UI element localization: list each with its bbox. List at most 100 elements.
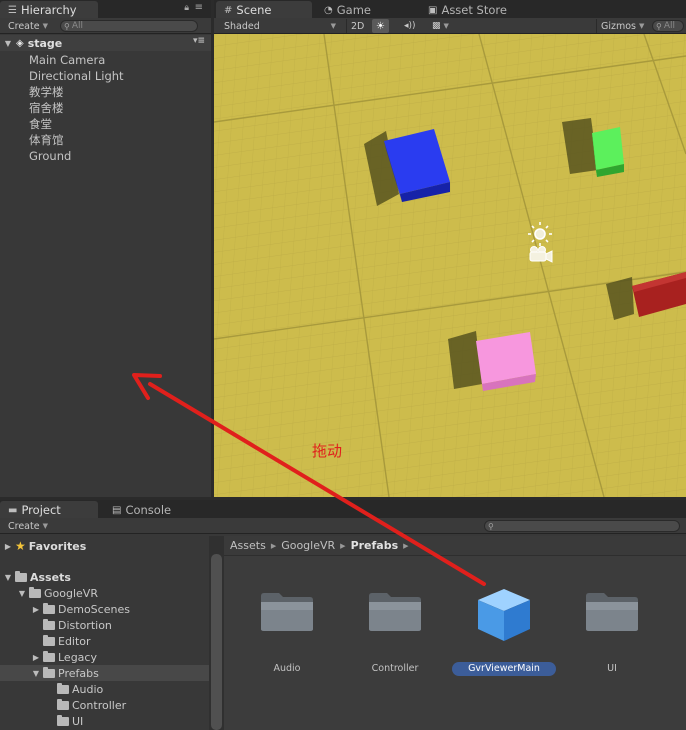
asset-ui-folder-icon[interactable] — [584, 590, 640, 632]
expand-triangle-icon[interactable]: ▶ — [4, 542, 12, 551]
lighting-toggle[interactable]: ☀ — [372, 19, 389, 33]
scene-menu-icon[interactable]: ▾≡ — [193, 36, 205, 46]
project-toolbar: Create ▼ ⚲ — [0, 518, 686, 534]
mode-2d-button[interactable]: 2D — [346, 19, 368, 33]
folder-icon — [43, 650, 55, 662]
breadcrumb-separator-icon: ▶ — [403, 541, 409, 550]
asset-label[interactable]: UI — [584, 662, 640, 676]
folder-icon — [43, 602, 55, 614]
tree-item-googlevr[interactable]: ▼ GoogleVR — [0, 585, 209, 601]
tree-item-legacy[interactable]: ▶ Legacy — [0, 649, 209, 665]
shading-mode-dropdown[interactable]: Shaded ▼ — [220, 19, 340, 33]
scene-root-label: stage — [27, 36, 63, 50]
tree-item-ui[interactable]: UI — [0, 713, 209, 729]
hierarchy-item[interactable]: 体育馆 — [29, 132, 124, 148]
tab-project[interactable]: ▬ Project — [0, 501, 98, 518]
breadcrumb-item[interactable]: Assets — [230, 539, 266, 552]
shading-mode-label: Shaded — [224, 20, 260, 32]
expand-triangle-icon[interactable]: ▶ — [32, 653, 40, 662]
folder-icon — [29, 586, 41, 598]
project-assets-pane: Assets ▶ GoogleVR ▶ Prefabs ▶ Audio Cont… — [224, 536, 686, 730]
tree-item-audio[interactable]: Audio — [0, 681, 209, 697]
tab-hierarchy[interactable]: ☰ Hierarchy — [0, 1, 98, 18]
scrollbar-thumb[interactable] — [211, 554, 222, 730]
project-tree: ▶ ★ Favorites ▼ Assets ▼ GoogleVR ▶ Demo… — [0, 536, 209, 730]
grid-fine — [214, 34, 686, 497]
console-icon: ▤ — [112, 504, 122, 516]
tab-asset-store[interactable]: ▣ Asset Store — [420, 1, 515, 18]
tab-asset-store-label: Asset Store — [441, 3, 507, 17]
tree-item-controller[interactable]: Controller — [0, 697, 209, 713]
green-cube[interactable] — [592, 127, 624, 177]
tree-item-assets[interactable]: ▼ Assets — [0, 569, 209, 585]
breadcrumb-separator-icon: ▶ — [270, 541, 277, 550]
tree-item-label: Legacy — [58, 650, 97, 664]
hierarchy-tabbar: ☰ Hierarchy 🔒︎ ≡ — [0, 0, 211, 18]
tab-game[interactable]: ◔ Game — [316, 1, 379, 18]
tab-project-label: Project — [21, 503, 61, 517]
tab-menu-icon[interactable]: ≡ — [195, 2, 203, 13]
tab-scene[interactable]: # Scene — [216, 1, 312, 18]
chevron-down-icon: ▼ — [639, 22, 645, 30]
expand-triangle-icon[interactable]: ▼ — [4, 39, 12, 48]
project-tree-scrollbar[interactable] — [209, 536, 224, 730]
tree-item-editor[interactable]: Editor — [0, 633, 209, 649]
hierarchy-item[interactable]: Ground — [29, 148, 124, 164]
tree-item-label: Controller — [72, 698, 127, 712]
hierarchy-item[interactable]: Directional Light — [29, 68, 124, 84]
asset-prefab-cube-icon[interactable] — [474, 586, 534, 644]
lock-icon[interactable]: 🔒︎ — [184, 3, 189, 13]
drag-annotation-label: 拖动 — [312, 442, 343, 460]
folder-icon — [43, 634, 55, 646]
create-dropdown[interactable]: Create ▼ — [4, 19, 52, 33]
tree-item-distortion[interactable]: Distortion — [0, 617, 209, 633]
breadcrumb-item[interactable]: GoogleVR — [281, 539, 335, 552]
scene-viewport[interactable] — [214, 34, 686, 497]
create-dropdown[interactable]: Create ▼ — [4, 519, 52, 533]
expand-triangle-icon[interactable]: ▼ — [4, 573, 12, 582]
scene-search-input[interactable]: ⚲ All — [652, 20, 684, 32]
folder-icon — [15, 570, 27, 582]
scene-root-stage[interactable]: ▼ ◈ stage ▾≡ — [0, 35, 211, 51]
tab-console-label: Console — [125, 503, 172, 517]
hierarchy-item[interactable]: Main Camera — [29, 52, 124, 68]
hierarchy-item[interactable]: 食堂 — [29, 116, 124, 132]
tree-item-label: Assets — [30, 570, 71, 584]
audio-toggle[interactable]: ◂)) — [400, 19, 420, 33]
project-search-input[interactable]: ⚲ — [484, 520, 680, 532]
asset-controller-folder-icon[interactable] — [367, 590, 423, 632]
effects-dropdown[interactable]: ▩ ▼ — [428, 19, 453, 33]
expand-triangle-icon[interactable]: ▼ — [32, 669, 40, 678]
asset-label[interactable]: Controller — [367, 662, 423, 676]
create-label: Create — [8, 520, 40, 532]
hierarchy-toolbar: Create ▼ ⚲ All — [0, 18, 211, 34]
breadcrumb-item[interactable]: Prefabs — [351, 539, 399, 552]
pink-block[interactable] — [476, 332, 536, 391]
list-icon: ☰ — [8, 4, 17, 16]
tree-item-favorites[interactable]: ▶ ★ Favorites — [0, 538, 209, 554]
asset-audio-folder-icon[interactable] — [259, 590, 315, 632]
grid-icon: # — [224, 4, 233, 16]
speaker-icon: ◂)) — [404, 21, 416, 31]
scene-toolbar: Shaded ▼ 2D ☀ ◂)) ▩ ▼ Gizmos ▼ ⚲ All — [214, 18, 686, 34]
gizmos-dropdown[interactable]: Gizmos ▼ — [596, 19, 648, 33]
asset-label-selected[interactable]: GvrViewerMain — [452, 662, 556, 676]
sun-icon: ☀ — [376, 20, 385, 32]
tree-item-label: DemoScenes — [58, 602, 130, 616]
folder-icon: ▬ — [8, 504, 18, 516]
expand-triangle-icon[interactable]: ▶ — [32, 605, 40, 614]
search-icon: ⚲ — [64, 21, 70, 31]
folder-icon — [43, 666, 55, 678]
asset-label[interactable]: Audio — [259, 662, 315, 676]
tree-item-prefabs[interactable]: ▼ Prefabs — [0, 665, 209, 681]
hierarchy-item[interactable]: 宿舍楼 — [29, 100, 124, 116]
folder-icon — [57, 698, 69, 710]
tab-console[interactable]: ▤ Console — [104, 501, 179, 518]
project-tabbar: ▬ Project ▤ Console — [0, 500, 686, 518]
tree-item-label: Audio — [72, 682, 104, 696]
expand-triangle-icon[interactable]: ▼ — [18, 589, 26, 598]
project-panel: ▬ Project ▤ Console Create ▼ ⚲ ▶ ★ Favor… — [0, 500, 686, 730]
hierarchy-search-input[interactable]: ⚲ All — [60, 20, 198, 32]
hierarchy-item[interactable]: 教学楼 — [29, 84, 124, 100]
tree-item-demoscenes[interactable]: ▶ DemoScenes — [0, 601, 209, 617]
